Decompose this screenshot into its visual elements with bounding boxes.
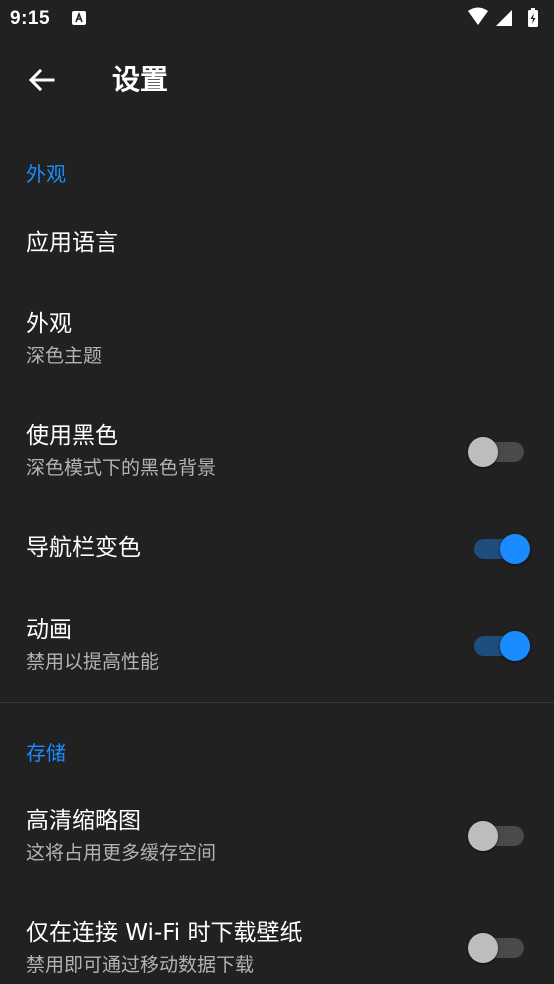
- toggle-thumb: [468, 821, 498, 851]
- section-header-storage: 存储: [26, 741, 66, 765]
- section-divider: [0, 702, 554, 703]
- wifi-icon: [468, 7, 488, 25]
- setting-row-appearance[interactable]: 外观 深色主题: [0, 290, 554, 386]
- setting-row-app-language[interactable]: 应用语言: [0, 205, 554, 283]
- use-black-toggle[interactable]: [466, 434, 532, 470]
- toggle-thumb: [500, 631, 530, 661]
- status-time: 9:15: [10, 8, 51, 29]
- status-icons: [468, 7, 538, 27]
- setting-title: 仅在连接 Wi-Fi 时下载壁纸: [26, 920, 303, 946]
- setting-row-animation[interactable]: 动画 禁用以提高性能: [0, 597, 554, 693]
- setting-row-navbar-color[interactable]: 导航栏变色: [0, 510, 554, 588]
- setting-title: 使用黑色: [26, 423, 118, 449]
- text-a-icon: [72, 11, 86, 25]
- signal-icon: [496, 10, 512, 26]
- setting-row-use-black[interactable]: 使用黑色 深色模式下的黑色背景: [0, 402, 554, 498]
- setting-row-hd-thumbnails[interactable]: 高清缩略图 这将占用更多缓存空间: [0, 790, 554, 886]
- setting-row-wifi-only-download[interactable]: 仅在连接 Wi-Fi 时下载壁纸 禁用即可通过移动数据下载: [0, 902, 554, 984]
- toggle-thumb: [468, 437, 498, 467]
- battery-charging-icon: [528, 8, 538, 27]
- app-bar: 设置: [0, 38, 554, 122]
- setting-title: 应用语言: [26, 230, 118, 256]
- section-header-appearance: 外观: [26, 162, 66, 186]
- navbar-color-toggle[interactable]: [466, 531, 532, 567]
- setting-subtitle: 这将占用更多缓存空间: [26, 842, 217, 864]
- wifi-only-download-toggle[interactable]: [466, 930, 532, 966]
- setting-title: 高清缩略图: [26, 808, 141, 834]
- setting-subtitle: 深色主题: [26, 345, 103, 367]
- toggle-thumb: [500, 534, 530, 564]
- back-button[interactable]: [20, 58, 64, 102]
- setting-title: 导航栏变色: [26, 535, 141, 561]
- setting-subtitle: 禁用即可通过移动数据下载: [26, 954, 255, 976]
- toggle-thumb: [468, 933, 498, 963]
- hd-thumbnails-toggle[interactable]: [466, 818, 532, 854]
- arrow-back-icon: [28, 68, 55, 92]
- page-title: 设置: [112, 63, 169, 96]
- setting-title: 外观: [26, 311, 72, 337]
- animation-toggle[interactable]: [466, 628, 532, 664]
- setting-title: 动画: [26, 617, 72, 643]
- setting-subtitle: 深色模式下的黑色背景: [26, 457, 217, 479]
- setting-subtitle: 禁用以提高性能: [26, 651, 160, 673]
- status-bar: 9:15: [0, 0, 554, 38]
